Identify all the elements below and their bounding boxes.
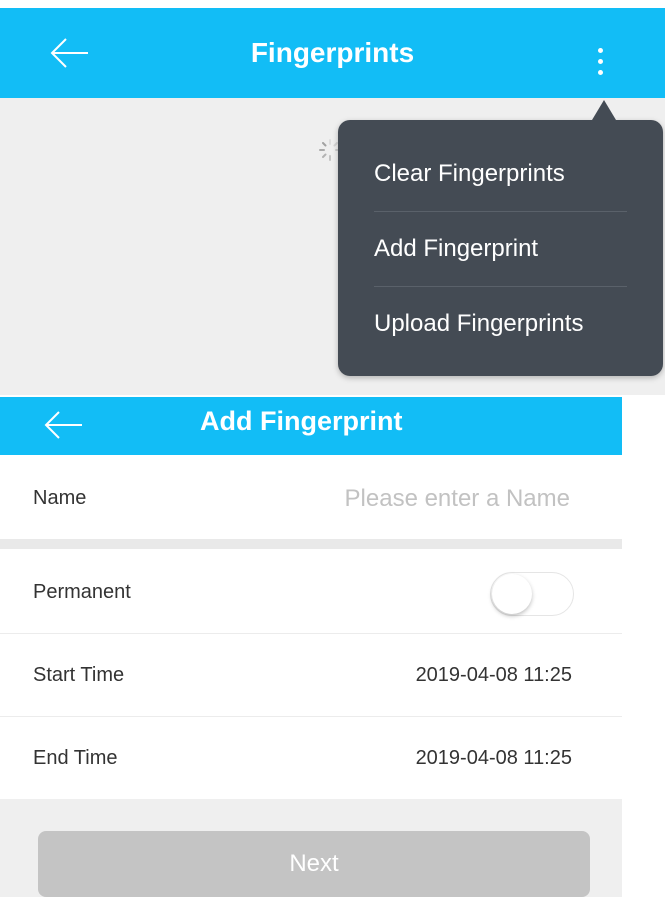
footer-area: Next [0,799,622,897]
start-time-value[interactable]: 2019-04-08 11:25 [416,634,572,716]
end-time-value[interactable]: 2019-04-08 11:25 [416,717,572,799]
status-bar-strip [0,0,665,8]
overflow-menu: Clear Fingerprints Add Fingerprint Uploa… [338,100,663,376]
next-button[interactable]: Next [38,831,590,897]
back-arrow-icon[interactable] [44,411,84,439]
start-time-label: Start Time [33,664,125,686]
end-time-label: End Time [33,747,118,769]
page-title: Add Fingerprint [200,406,403,436]
end-time-row[interactable]: End Time 2019-04-08 11:25 [0,717,622,799]
menu-item-clear-fingerprints[interactable]: Clear Fingerprints [374,137,627,211]
add-fingerprint-screen: Add Fingerprint Name Permanent Start Tim… [0,397,665,897]
name-label: Name [33,487,87,509]
menu-item-upload-fingerprints[interactable]: Upload Fingerprints [374,287,627,361]
fingerprints-screen: Fingerprints Clear Fingerprints Add Fing… [0,0,665,397]
menu-caret [592,100,616,120]
name-field[interactable] [268,477,572,521]
toggle-knob [492,574,532,614]
page-title: Fingerprints [250,37,415,68]
fingerprints-header: Fingerprints [0,8,665,98]
name-row: Name [0,457,622,539]
start-time-row[interactable]: Start Time 2019-04-08 11:25 [0,634,622,716]
permanent-toggle[interactable] [490,572,574,616]
menu-item-add-fingerprint[interactable]: Add Fingerprint [374,212,627,286]
more-vertical-icon[interactable] [588,44,612,80]
permanent-label: Permanent [33,581,131,603]
section-gap [0,539,622,549]
permanent-row: Permanent [0,551,622,633]
add-fingerprint-header: Add Fingerprint [0,397,622,455]
